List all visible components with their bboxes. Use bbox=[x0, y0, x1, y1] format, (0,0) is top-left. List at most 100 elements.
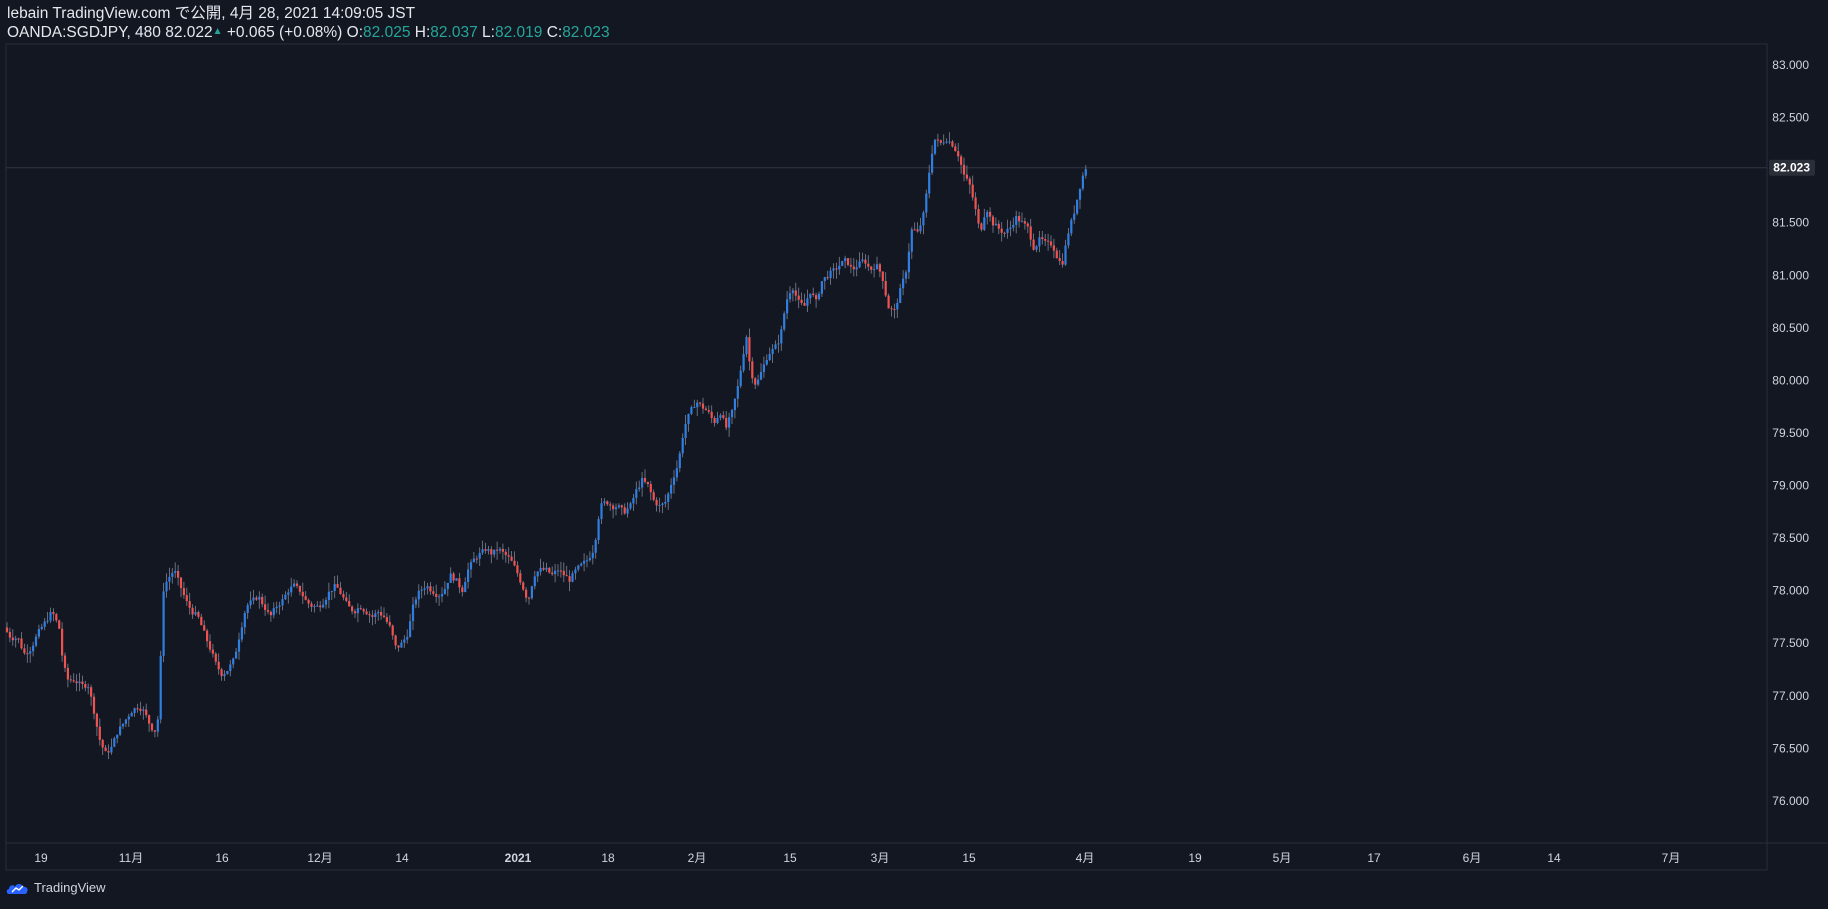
candle-up bbox=[156, 719, 159, 732]
candle-up bbox=[745, 337, 748, 355]
time-tick-label: 15 bbox=[783, 851, 797, 865]
candle-up bbox=[675, 468, 678, 478]
candle-up bbox=[411, 604, 415, 622]
candle-down bbox=[510, 556, 513, 561]
candle-down bbox=[1058, 258, 1061, 261]
candle-up bbox=[252, 597, 255, 601]
candle-down bbox=[319, 605, 322, 608]
candle-down bbox=[150, 723, 154, 731]
chart-area[interactable]: 83.00082.50082.00081.50081.00080.50080.0… bbox=[0, 0, 1828, 909]
candle-up bbox=[449, 573, 452, 583]
candle-down bbox=[710, 411, 713, 419]
candle-up bbox=[681, 438, 684, 454]
candle-up bbox=[29, 651, 32, 654]
candle-down bbox=[1032, 239, 1035, 250]
time-tick-label: 2021 bbox=[505, 851, 532, 865]
candle-down bbox=[513, 560, 516, 566]
candle-up bbox=[629, 503, 632, 509]
candle-down bbox=[353, 611, 357, 614]
candle-up bbox=[777, 343, 780, 345]
candle-up bbox=[571, 573, 574, 582]
candle-down bbox=[139, 708, 142, 711]
candle-up bbox=[774, 344, 777, 349]
candle-up bbox=[928, 172, 931, 194]
candle-up bbox=[43, 621, 46, 627]
candle-down bbox=[870, 266, 873, 270]
candle-down bbox=[748, 337, 751, 362]
candle-down bbox=[612, 505, 615, 510]
candle-down bbox=[519, 573, 522, 583]
candle-up bbox=[716, 417, 719, 423]
candle-down bbox=[980, 223, 983, 230]
candle-down bbox=[751, 361, 754, 379]
tradingview-logo[interactable]: TradingView bbox=[6, 880, 106, 895]
candle-down bbox=[177, 571, 180, 578]
candle-down bbox=[548, 567, 551, 573]
time-tick-label: 14 bbox=[395, 851, 409, 865]
candle-down bbox=[362, 609, 365, 612]
candle-down bbox=[95, 713, 98, 727]
candle-down bbox=[75, 681, 78, 684]
candle-down bbox=[307, 599, 310, 604]
candle-down bbox=[429, 586, 432, 592]
candle-down bbox=[542, 567, 545, 570]
candles[interactable] bbox=[5, 132, 1087, 760]
candle-down bbox=[461, 587, 464, 592]
candle-up bbox=[919, 225, 922, 232]
candle-up bbox=[742, 354, 745, 371]
time-tick-label: 14 bbox=[1547, 851, 1561, 865]
candle-up bbox=[272, 608, 275, 616]
candle-up bbox=[635, 489, 638, 498]
candle-up bbox=[142, 709, 145, 711]
tradingview-cloud-icon bbox=[6, 883, 28, 894]
time-axis[interactable]: 19 11月 16 12月 14 2021 18 2月 15 3月 15 4月 19 5月 17 6月 14 7月 bbox=[34, 851, 1680, 865]
time-tick-label: 3月 bbox=[871, 851, 890, 865]
candle-up bbox=[580, 563, 583, 566]
candle-down bbox=[916, 229, 919, 232]
candle-up bbox=[907, 251, 910, 273]
candle-up bbox=[1073, 213, 1076, 220]
candle-up bbox=[1076, 199, 1079, 214]
candle-up bbox=[757, 379, 760, 385]
candle-up bbox=[942, 142, 945, 144]
candle-down bbox=[1052, 245, 1055, 251]
candle-down bbox=[359, 608, 362, 610]
candle-up bbox=[855, 267, 858, 270]
candle-up bbox=[600, 503, 603, 519]
candle-up bbox=[438, 596, 441, 598]
candle-up bbox=[786, 299, 789, 314]
candle-down bbox=[989, 211, 992, 217]
price-tick-label: 76.500 bbox=[1772, 741, 1809, 755]
candle-up bbox=[414, 599, 417, 605]
candle-up bbox=[243, 613, 246, 628]
candle-down bbox=[864, 259, 867, 264]
candle-up bbox=[861, 259, 864, 262]
candle-up bbox=[768, 354, 771, 360]
candle-down bbox=[704, 408, 707, 411]
candle-down bbox=[974, 197, 977, 209]
candle-up bbox=[806, 298, 809, 306]
candle-up bbox=[1012, 224, 1015, 228]
candle-up bbox=[1035, 246, 1038, 250]
candle-up bbox=[417, 590, 420, 600]
candle-up bbox=[687, 413, 690, 424]
candle-down bbox=[562, 570, 565, 576]
candle-up bbox=[487, 549, 490, 551]
candle-down bbox=[203, 625, 206, 631]
candle-up bbox=[904, 272, 908, 279]
candle-up bbox=[258, 596, 261, 600]
candle-down bbox=[214, 653, 217, 662]
time-tick-label: 4月 bbox=[1076, 851, 1095, 865]
candle-up bbox=[240, 627, 243, 640]
candle-up bbox=[1078, 188, 1082, 200]
candle-up bbox=[536, 571, 539, 577]
price-tick-label: 81.000 bbox=[1772, 268, 1809, 282]
candle-down bbox=[185, 595, 188, 602]
candle-up bbox=[443, 589, 446, 594]
candle-up bbox=[116, 734, 119, 739]
candle-up bbox=[455, 578, 458, 581]
candle-down bbox=[1055, 250, 1058, 259]
candle-up bbox=[121, 723, 125, 727]
candle-down bbox=[609, 504, 612, 506]
candle-down bbox=[884, 281, 887, 296]
